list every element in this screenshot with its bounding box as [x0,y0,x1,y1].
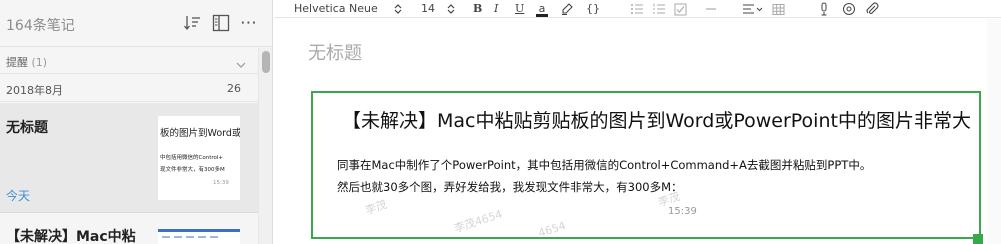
embedded-image[interactable]: 【未解决】Mac中粘贴剪贴板的图片到Word或PowerPoint中的图片非常大… [311,91,981,239]
note-list-header: 164条笔记 ⋯ [0,0,272,47]
note-date: 今天 [6,189,31,203]
month-count: 26 [227,82,241,95]
note-title: 无标题 [6,120,48,136]
format-toolbar: Helvetica Neue 14 B I U a {} [274,0,1001,18]
font-family-select[interactable]: Helvetica Neue [294,1,378,17]
image-resize-handle[interactable] [973,234,983,244]
thumbnail-text: 中包括用微信的Control+ [160,155,223,161]
align-dropdown-icon[interactable] [742,1,764,17]
highlighter-icon[interactable] [560,1,574,17]
more-icon[interactable]: ⋯ [240,13,260,33]
thumbnail-mark [174,236,182,238]
reminder-count: (1) [31,56,48,69]
microphone-icon[interactable] [819,1,829,17]
note-card-selected[interactable]: 无标题 今天 板的图片到Word或 中包括用微信的Control+ 现文件非常大… [0,103,258,213]
watermark-text: 李茂 [363,197,389,218]
image-body-text: 然后也就30多个图，弄好发给我，我发现文件非常大，有300多M： [337,180,683,194]
reminder-label: 提醒 [6,56,28,69]
scrollbar-thumb[interactable] [262,51,270,73]
table-icon[interactable] [772,1,785,17]
font-size-select[interactable]: 14 [421,1,435,17]
numbered-list-icon[interactable] [652,1,666,17]
thumbnail-text: 现文件非常大，有300多M [160,167,225,173]
thumbnail-mark [198,236,206,238]
bold-button[interactable]: B [473,1,482,17]
thumbnail-text: 板的图片到Word或 [160,128,240,139]
bullet-list-icon[interactable] [630,1,644,17]
thumbnail-mark [162,236,170,238]
editor-scrollbar[interactable] [987,19,1001,244]
attachment-icon[interactable] [865,1,879,17]
thumbnail-time: 15:39 [213,180,229,186]
reminder-label-group: 提醒 (1) [6,54,47,70]
italic-button[interactable]: I [494,1,498,17]
updown-chevron-icon[interactable] [447,1,455,17]
watermark-text: 李茂4654 [452,207,504,236]
note-thumbnail: 板的图片到Word或 中包括用微信的Control+ 现文件非常大，有300多M… [158,116,240,200]
image-timestamp: 15:39 [668,206,697,217]
layout-icon[interactable] [211,13,231,33]
note-list-scrollbar[interactable] [258,48,272,244]
note-title-field[interactable]: 无标题 [308,39,362,65]
note-title: 【未解决】Mac中粘 [6,229,136,244]
chevron-down-icon[interactable] [236,55,246,68]
font-color-swatch [536,14,548,17]
thumbnail-mark [186,236,194,238]
checkbox-icon[interactable] [674,1,687,17]
month-group-header: 2018年8月 26 [0,75,258,102]
reminder-section[interactable]: 提醒 (1) [0,48,258,74]
thumbnail-mark [210,236,218,238]
code-block-button[interactable]: {} [586,1,600,17]
note-count: 164条笔记 [6,18,75,34]
image-heading-text: 【未解决】Mac中粘贴剪贴板的图片到Word或PowerPoint中的图片非常大 [342,110,971,132]
sort-icon[interactable] [183,13,203,33]
note-editor[interactable]: 无标题 【未解决】Mac中粘贴剪贴板的图片到Word或PowerPoint中的图… [274,19,1001,244]
watermark-text: 4654 [536,218,568,239]
underline-button[interactable]: U [515,1,524,17]
note-thumbnail [158,229,240,244]
image-body-text: 同事在Mac中制作了个PowerPoint，其中包括用微信的Control+Co… [337,158,872,172]
updown-chevron-icon[interactable] [394,1,402,17]
record-icon[interactable] [842,1,856,17]
note-list-sidebar: 164条笔记 ⋯ 提醒 (1) 2018年8月 26 无标题 今天 板的图片到W… [0,0,273,244]
month-label: 2018年8月 [6,84,63,97]
horizontal-rule-icon[interactable] [705,1,717,17]
note-card[interactable]: 【未解决】Mac中粘 [0,214,258,244]
